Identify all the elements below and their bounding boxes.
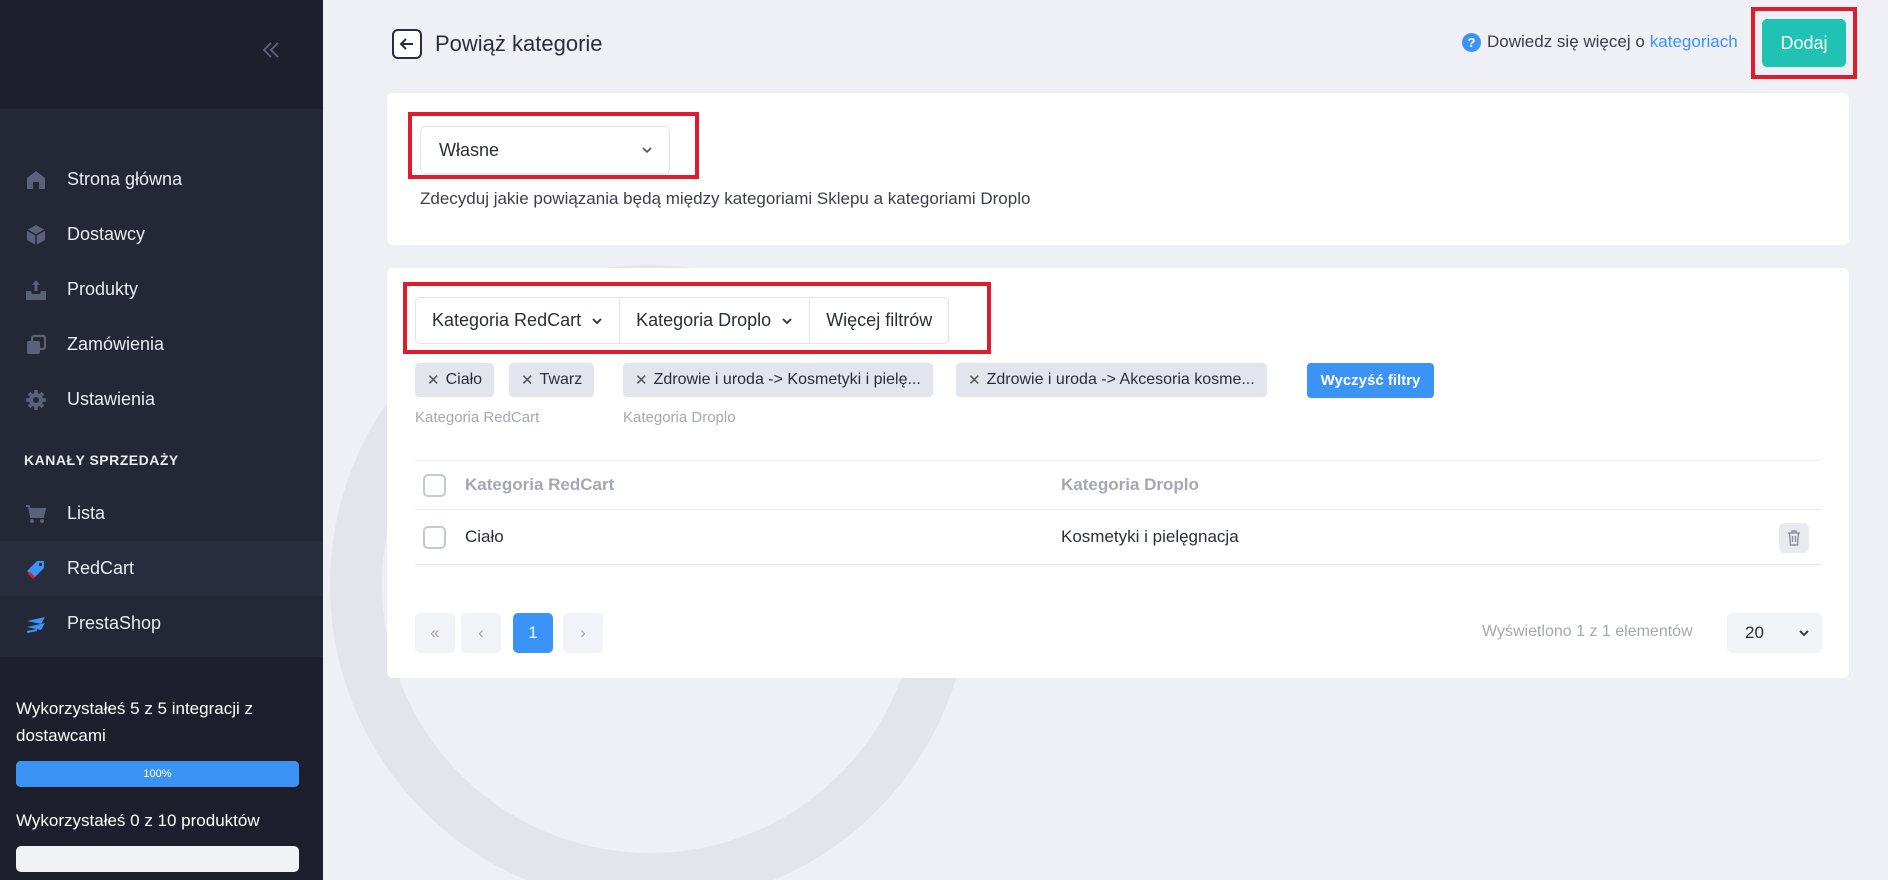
trash-icon <box>1788 530 1800 546</box>
cell-droplo: Kosmetyki i pielęgnacja <box>1061 527 1239 546</box>
nav-item-home[interactable]: Strona główna <box>0 152 323 207</box>
nav-item-settings[interactable]: Ustawienia <box>0 372 323 427</box>
cell-redcart: Ciało <box>465 527 504 546</box>
integrations-progress-bar: 100% <box>16 761 299 787</box>
nav-item-label: Produkty <box>67 279 139 299</box>
nav-item-orders[interactable]: Zamówienia <box>0 317 323 372</box>
nav-item-suppliers[interactable]: Dostawcy <box>0 207 323 262</box>
products-usage-text: Wykorzystałeś 0 z 10 produktów <box>16 811 260 830</box>
channel-item-label: PrestaShop <box>67 613 162 633</box>
channel-item-redcart[interactable]: RedCart <box>0 541 323 596</box>
double-chevron-left-icon <box>262 42 279 58</box>
help-link[interactable]: kategoriach <box>1650 32 1738 52</box>
box-icon <box>24 223 48 247</box>
question-icon: ? <box>1462 32 1481 52</box>
main-nav: Strona główna Dostawcy Produkty Zamówien… <box>0 109 323 427</box>
table-header: Kategoria RedCart Kategoria Droplo <box>415 460 1821 510</box>
help-link-area: ? Dowiedz się więcej o kategoriach <box>1462 32 1738 52</box>
column-header-droplo[interactable]: Kategoria Droplo <box>1061 475 1199 495</box>
filter-label: Więcej filtrów <box>826 310 933 330</box>
sidebar-header <box>0 0 323 109</box>
prev-page-button[interactable]: ‹ <box>461 613 501 653</box>
per-page-select[interactable]: 20 <box>1727 613 1822 653</box>
filter-chip-redcart[interactable]: ✕ Twarz <box>509 363 595 397</box>
close-icon[interactable]: ✕ <box>968 371 981 389</box>
channel-item-label: Lista <box>67 503 106 523</box>
mapping-mode-select[interactable]: Własne <box>420 126 670 174</box>
filter-chip-droplo[interactable]: ✕ Zdrowie i uroda -> Akcesoria kosme... <box>956 363 1267 397</box>
gear-icon <box>24 388 48 412</box>
sales-channels-list: Lista RedCart PrestaShop <box>0 486 323 651</box>
mapping-mode-value: Własne <box>439 139 500 160</box>
filter-label: Kategoria Droplo <box>636 310 772 330</box>
next-page-button[interactable]: › <box>563 613 603 653</box>
close-icon[interactable]: ✕ <box>427 371 440 389</box>
help-text: Dowiedz się więcej o <box>1487 32 1645 51</box>
filter-label: Kategoria RedCart <box>432 310 582 330</box>
chevron-down-icon <box>782 317 792 324</box>
collapse-sidebar-button[interactable] <box>257 36 285 64</box>
tag-icon <box>24 557 48 581</box>
row-checkbox[interactable] <box>423 526 446 549</box>
filter-chip-redcart[interactable]: ✕ Ciało <box>415 363 495 397</box>
upload-tray-icon <box>24 278 48 302</box>
clear-filters-button[interactable]: Wyczyść filtry <box>1307 363 1434 398</box>
mapping-mode-card: Własne Zdecyduj jakie powiązania będą mi… <box>387 93 1849 245</box>
home-icon <box>24 168 48 192</box>
back-button[interactable] <box>392 29 422 59</box>
add-button[interactable]: Dodaj <box>1762 19 1846 67</box>
first-page-button[interactable]: « <box>415 613 455 653</box>
nav-item-label: Zamówienia <box>67 334 165 354</box>
nav-item-products[interactable]: Produkty <box>0 262 323 317</box>
chevron-down-icon <box>592 317 602 324</box>
prestashop-icon <box>24 612 48 636</box>
chip-caption-droplo: Kategoria Droplo <box>623 409 736 426</box>
column-header-redcart[interactable]: Kategoria RedCart <box>465 475 614 495</box>
products-progress-bar <box>16 846 299 872</box>
close-icon[interactable]: ✕ <box>521 371 534 389</box>
page-title: Powiąż kategorie <box>435 31 603 56</box>
chip-label: Twarz <box>539 371 583 388</box>
category-table-card: Kategoria RedCart Kategoria Droplo Więce… <box>387 268 1849 678</box>
filter-droplo-button[interactable]: Kategoria Droplo <box>620 298 811 343</box>
filter-chip-droplo[interactable]: ✕ Zdrowie i uroda -> Kosmetyki i pielę..… <box>623 363 933 397</box>
items-shown-text: Wyświetlono 1 z 1 elementów <box>1482 623 1693 640</box>
chip-label: Zdrowie i uroda -> Akcesoria kosme... <box>986 371 1255 388</box>
cart-icon <box>24 502 48 526</box>
usage-panel: Wykorzystałeś 5 z 5 integracji z dostawc… <box>0 657 323 880</box>
filter-bar: Kategoria RedCart Kategoria Droplo Więce… <box>415 297 950 344</box>
channel-item-prestashop[interactable]: PrestaShop <box>0 596 323 651</box>
table-row: Ciało Kosmetyki i pielęgnacja <box>415 511 1821 565</box>
per-page-value: 20 <box>1745 623 1764 642</box>
nav-item-label: Dostawcy <box>67 224 146 244</box>
arrow-left-icon <box>399 38 413 50</box>
channel-item-list[interactable]: Lista <box>0 486 323 541</box>
integrations-usage-text: Wykorzystałeś 5 z 5 integracji z dostawc… <box>16 699 253 745</box>
chip-caption-redcart: Kategoria RedCart <box>415 409 540 426</box>
chip-label: Zdrowie i uroda -> Kosmetyki i pielę... <box>653 371 921 388</box>
sales-channels-heading: KANAŁY SPRZEDAŻY <box>24 452 179 468</box>
channel-item-label: RedCart <box>67 558 135 578</box>
mapping-description: Zdecyduj jakie powiązania będą między ka… <box>420 189 1031 208</box>
chevron-down-icon <box>642 147 652 154</box>
chevron-down-icon <box>1799 630 1809 637</box>
page-button-current[interactable]: 1 <box>513 613 553 653</box>
close-icon[interactable]: ✕ <box>635 371 648 389</box>
copy-icon <box>24 333 48 357</box>
chip-label: Ciało <box>445 371 483 388</box>
nav-item-label: Strona główna <box>67 169 183 189</box>
more-filters-button[interactable]: Więcej filtrów <box>810 298 948 343</box>
nav-item-label: Ustawienia <box>67 389 156 409</box>
select-all-checkbox[interactable] <box>423 474 446 497</box>
sidebar: Strona główna Dostawcy Produkty Zamówien… <box>0 0 323 880</box>
integrations-progress-label: 100% <box>143 768 172 780</box>
filter-redcart-button[interactable]: Kategoria RedCart <box>416 298 621 343</box>
delete-row-button[interactable] <box>1779 523 1809 553</box>
